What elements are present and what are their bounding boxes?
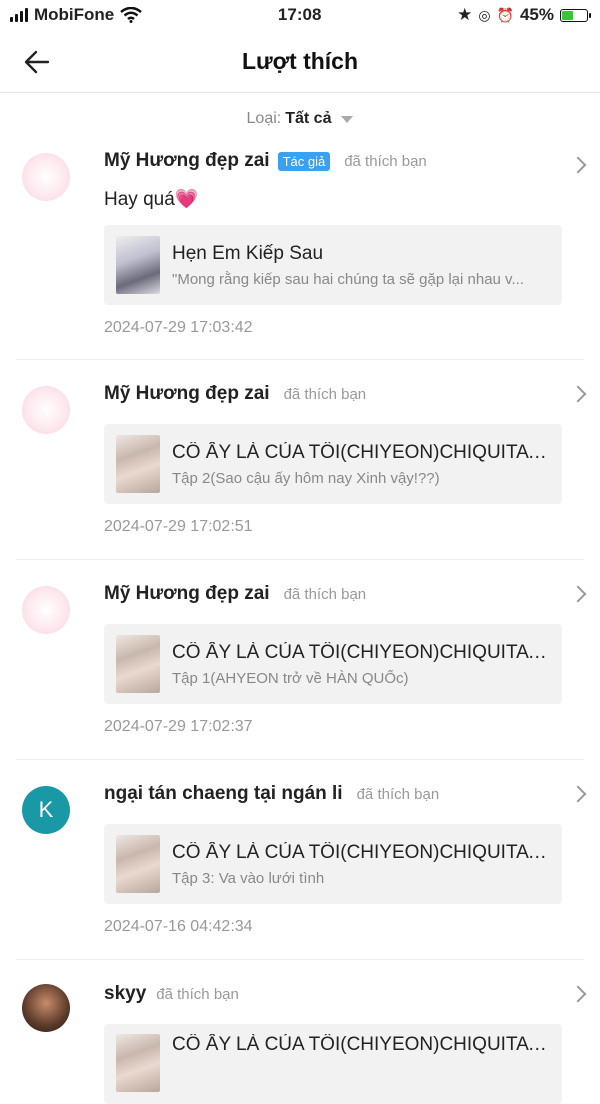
chapter-title: Tập 2(Sao cậu ấy hôm nay Xinh vậy!??) <box>172 469 440 487</box>
action-text: đã thích bạn <box>344 152 427 170</box>
story-cover <box>116 435 160 493</box>
battery-icon <box>560 8 591 22</box>
chapter-title: Tập 3: Va vào lưới tình <box>172 869 325 887</box>
like-item[interactable]: skyy đã thích bạn CÔ ẤY LÀ CỦA TÔI(CHIYE… <box>16 960 587 1104</box>
chevron-right-icon[interactable] <box>569 585 587 603</box>
nav-header: Lượt thích <box>0 30 600 93</box>
filter-label: Loại: <box>246 110 282 127</box>
chapter-title: Tập 1(AHYEON trở về HÀN QUỐc) <box>172 669 409 687</box>
story-title: CÔ ẤY LÀ CỦA TÔI(CHIYEON)CHIQUITA V... <box>172 441 550 463</box>
like-item[interactable]: Mỹ Hương đẹp zai Tác giả đã thích bạn Ha… <box>16 145 587 360</box>
story-card[interactable]: CÔ ẤY LÀ CỦA TÔI(CHIYEON)CHIQUITA V... T… <box>104 424 562 504</box>
action-text: đã thích bạn <box>283 385 367 403</box>
story-title: Hẹn Em Kiếp Sau <box>172 242 324 264</box>
story-cover <box>116 835 160 893</box>
action-text: đã thích bạn <box>156 985 239 1003</box>
alarm-icon: ⏰ <box>496 6 514 23</box>
wifi-icon <box>120 7 143 23</box>
like-item[interactable]: Mỹ Hương đẹp zai đã thích bạn CÔ ẤY LÀ C… <box>16 360 587 560</box>
type-filter[interactable]: Loại: Tất cả <box>0 93 600 145</box>
user-name[interactable]: Mỹ Hương đẹp zai <box>104 150 270 172</box>
comment-text: Hay quá💗 <box>104 189 199 210</box>
story-card[interactable]: CÔ ẤY LÀ CỦA TÔI(CHIYEON)CHIQUITA V... T… <box>104 824 562 904</box>
story-title: CÔ ẤY LÀ CỦA TÔI(CHIYEON)CHIQUITA V... <box>172 1034 550 1055</box>
avatar[interactable]: K <box>22 786 70 834</box>
like-item[interactable]: Mỹ Hương đẹp zai đã thích bạn CÔ ẤY LÀ C… <box>16 560 587 760</box>
caret-down-icon <box>341 115 354 123</box>
story-cover <box>116 635 160 693</box>
user-name[interactable]: ngại tán chaeng tại ngán li <box>104 783 343 805</box>
user-name[interactable]: skyy <box>104 983 146 1005</box>
carrier-label: MobiFone <box>34 5 115 24</box>
story-title: CÔ ẤY LÀ CỦA TÔI(CHIYEON)CHIQUITA V... <box>172 641 550 663</box>
timestamp: 2024-07-29 17:02:51 <box>104 518 253 535</box>
timestamp: 2024-07-29 17:03:42 <box>104 319 253 336</box>
clock: 17:08 <box>277 5 322 24</box>
story-card[interactable]: CÔ ẤY LÀ CỦA TÔI(CHIYEON)CHIQUITA V... T… <box>104 624 562 704</box>
story-card[interactable]: CÔ ẤY LÀ CỦA TÔI(CHIYEON)CHIQUITA V... <box>104 1024 562 1104</box>
chevron-right-icon[interactable] <box>569 985 587 1003</box>
back-arrow-icon[interactable] <box>22 47 52 77</box>
orientation-lock-icon: ◎ <box>478 6 491 23</box>
user-name[interactable]: Mỹ Hương đẹp zai <box>104 383 270 405</box>
story-card[interactable]: Hẹn Em Kiếp Sau "Mong rằng kiếp sau hai … <box>104 225 562 305</box>
story-excerpt: "Mong rằng kiếp sau hai chúng ta sẽ gặp … <box>172 270 524 288</box>
avatar[interactable] <box>22 984 70 1032</box>
signal-icon <box>10 8 28 22</box>
action-text: đã thích bạn <box>356 785 440 803</box>
battery-percent: 45% <box>519 5 554 24</box>
avatar[interactable] <box>22 586 70 634</box>
timestamp: 2024-07-16 04:42:34 <box>104 918 253 935</box>
status-bar: MobiFone 17:08 ★ ◎ ⏰ 45% <box>0 0 600 30</box>
page-title: Lượt thích <box>241 47 359 74</box>
timestamp: 2024-07-29 17:02:37 <box>104 718 253 735</box>
filter-value[interactable]: Tất cả <box>285 110 331 128</box>
author-badge: Tác giả <box>277 151 331 171</box>
story-cover <box>116 236 160 294</box>
star-icon: ★ <box>457 5 473 24</box>
action-text: đã thích bạn <box>283 585 367 603</box>
chevron-right-icon[interactable] <box>569 385 587 403</box>
chevron-right-icon[interactable] <box>569 156 587 174</box>
story-cover <box>116 1034 160 1092</box>
chevron-right-icon[interactable] <box>569 785 587 803</box>
avatar[interactable] <box>22 386 70 434</box>
avatar[interactable] <box>22 153 70 201</box>
user-name[interactable]: Mỹ Hương đẹp zai <box>104 583 270 605</box>
like-item[interactable]: K ngại tán chaeng tại ngán li đã thích b… <box>16 760 587 960</box>
story-title: CÔ ẤY LÀ CỦA TÔI(CHIYEON)CHIQUITA V... <box>172 841 550 863</box>
